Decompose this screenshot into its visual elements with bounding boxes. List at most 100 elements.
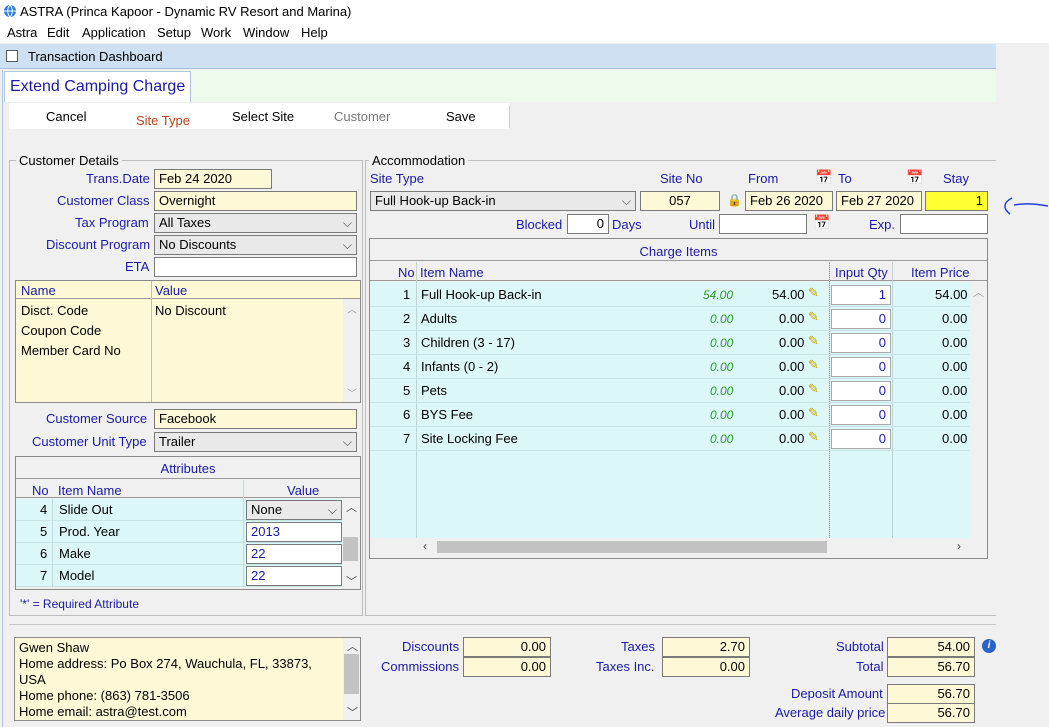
deposit-amount-field[interactable]: 56.70: [887, 684, 975, 704]
from-date-field[interactable]: Feb 26 2020: [745, 191, 833, 211]
charge-item-name: BYS Fee: [421, 407, 474, 422]
attr-item-header: Item Name: [58, 483, 122, 498]
site-no-label: Site No: [660, 171, 703, 186]
value-column-header: Value: [155, 283, 188, 298]
calendar-icon[interactable]: 📅: [813, 214, 830, 231]
pencil-icon[interactable]: ✎: [808, 405, 819, 421]
calendar-icon[interactable]: 📅: [815, 169, 832, 186]
pencil-icon[interactable]: ✎: [808, 285, 819, 301]
qty-input[interactable]: 0: [831, 381, 891, 401]
scroll-up-icon[interactable]: ︿: [973, 284, 984, 300]
charge-item-name: Children (3 - 17): [421, 335, 515, 350]
coupon-code-name: Coupon Code: [21, 323, 102, 338]
disct-code-value[interactable]: No Discount: [155, 303, 226, 318]
dashboard-tab-label[interactable]: Transaction Dashboard: [28, 49, 163, 64]
taxes-inc-field: 0.00: [662, 657, 750, 677]
subtotal-label: Subtotal: [836, 639, 884, 654]
slide-out-select[interactable]: None ⌵: [246, 500, 342, 520]
charge-items-v-scrollbar[interactable]: ︿: [970, 282, 987, 538]
menu-astra[interactable]: Astra: [7, 25, 37, 40]
menu-help[interactable]: Help: [301, 25, 328, 40]
scroll-down-icon[interactable]: ﹀: [346, 573, 357, 589]
menu-application[interactable]: Application: [82, 25, 146, 40]
qty-input[interactable]: 0: [831, 309, 891, 329]
slide-out-value: None: [251, 502, 283, 517]
tax-program-select[interactable]: All Taxes ⌵: [154, 213, 357, 233]
to-label: To: [838, 171, 852, 186]
calendar-icon[interactable]: 📅: [906, 169, 923, 186]
site-no-field[interactable]: 057: [640, 191, 720, 211]
qty-input[interactable]: 0: [831, 357, 891, 377]
charge-rate: 0.00: [710, 432, 734, 446]
app-globe-icon: [4, 4, 16, 18]
make-field[interactable]: 22: [246, 544, 342, 564]
attr-no: 4: [40, 502, 48, 517]
customer-unit-type-value: Trailer: [159, 434, 196, 449]
site-type-button[interactable]: Site Type: [136, 113, 190, 128]
total-field: 56.70: [887, 657, 975, 677]
attributes-title: Attributes: [16, 457, 360, 479]
info-icon[interactable]: i: [982, 639, 996, 653]
scroll-up-icon[interactable]: ︿: [346, 499, 357, 515]
charge-rate: 54.00: [703, 288, 734, 302]
customer-class-field[interactable]: Overnight: [154, 191, 357, 211]
scroll-thumb[interactable]: [437, 541, 827, 553]
to-date-field[interactable]: Feb 27 2020: [836, 191, 922, 211]
scroll-down-icon[interactable]: ﹀: [347, 385, 357, 400]
prod-year-field[interactable]: 2013: [246, 522, 342, 542]
pencil-icon[interactable]: ✎: [808, 429, 819, 445]
scroll-up-icon[interactable]: ︿: [347, 638, 358, 654]
stay-field[interactable]: 1: [925, 191, 988, 211]
menu-window[interactable]: Window: [243, 25, 289, 40]
attr-item: Slide Out: [59, 502, 113, 517]
qty-input[interactable]: 0: [831, 333, 891, 353]
discount-program-select[interactable]: No Discounts ⌵: [154, 235, 357, 255]
dashboard-checkbox[interactable]: [6, 50, 18, 62]
discount-grid-scrollbar[interactable]: ︿ ﹀: [343, 299, 360, 402]
exp-field[interactable]: [900, 214, 988, 234]
select-site-button[interactable]: Select Site: [232, 109, 294, 124]
pencil-icon[interactable]: ✎: [808, 357, 819, 373]
taxes-inc-label: Taxes Inc.: [596, 659, 655, 674]
until-field[interactable]: [719, 214, 807, 234]
window-title: ASTRA (Princa Kapoor - Dynamic RV Resort…: [20, 4, 352, 19]
lock-icon[interactable]: 🔒: [727, 193, 742, 207]
charge-items-h-scrollbar[interactable]: ‹ ›: [417, 538, 970, 556]
page-title: Extend Camping Charge: [4, 71, 192, 102]
charge-no: 1: [403, 287, 411, 302]
charge-price: 54.00: [935, 287, 968, 302]
scroll-up-icon[interactable]: ︿: [347, 301, 357, 316]
bottom-divider: [9, 624, 996, 625]
scroll-thumb[interactable]: [344, 654, 359, 694]
trans-date-field[interactable]: Feb 24 2020: [154, 169, 272, 189]
menu-work[interactable]: Work: [201, 25, 231, 40]
customer-source-field[interactable]: Facebook: [154, 409, 357, 429]
qty-input[interactable]: 1: [831, 285, 891, 305]
menu-edit[interactable]: Edit: [47, 25, 69, 40]
charge-amount: 0.00: [779, 407, 805, 422]
menu-setup[interactable]: Setup: [157, 25, 191, 40]
pencil-icon[interactable]: ✎: [808, 333, 819, 349]
site-type-select[interactable]: Full Hook-up Back-in ⌵: [370, 191, 636, 211]
cancel-button[interactable]: Cancel: [46, 109, 86, 124]
model-field[interactable]: 22: [246, 566, 342, 586]
scroll-down-icon[interactable]: ﹀: [347, 704, 358, 720]
customer-name: Gwen Shaw: [19, 640, 90, 655]
scroll-right-icon[interactable]: ›: [957, 539, 961, 553]
eta-field[interactable]: [154, 257, 357, 277]
pencil-icon[interactable]: ✎: [808, 381, 819, 397]
customer-button[interactable]: Customer: [334, 109, 390, 124]
scroll-left-icon[interactable]: ‹: [423, 539, 427, 553]
attributes-scrollbar[interactable]: ︿ ﹀: [342, 499, 360, 589]
qty-input[interactable]: 0: [831, 405, 891, 425]
charge-price: 0.00: [942, 359, 968, 374]
customer-info-scrollbar[interactable]: ︿ ﹀: [343, 638, 360, 720]
save-button[interactable]: Save: [446, 109, 476, 124]
qty-input[interactable]: 0: [831, 429, 891, 449]
total-label: Total: [856, 659, 884, 674]
customer-unit-type-select[interactable]: Trailer ⌵: [154, 432, 357, 452]
blocked-field[interactable]: 0: [567, 214, 609, 234]
toolbar-divider: [509, 106, 510, 128]
scroll-thumb[interactable]: [343, 537, 358, 561]
pencil-icon[interactable]: ✎: [808, 309, 819, 325]
